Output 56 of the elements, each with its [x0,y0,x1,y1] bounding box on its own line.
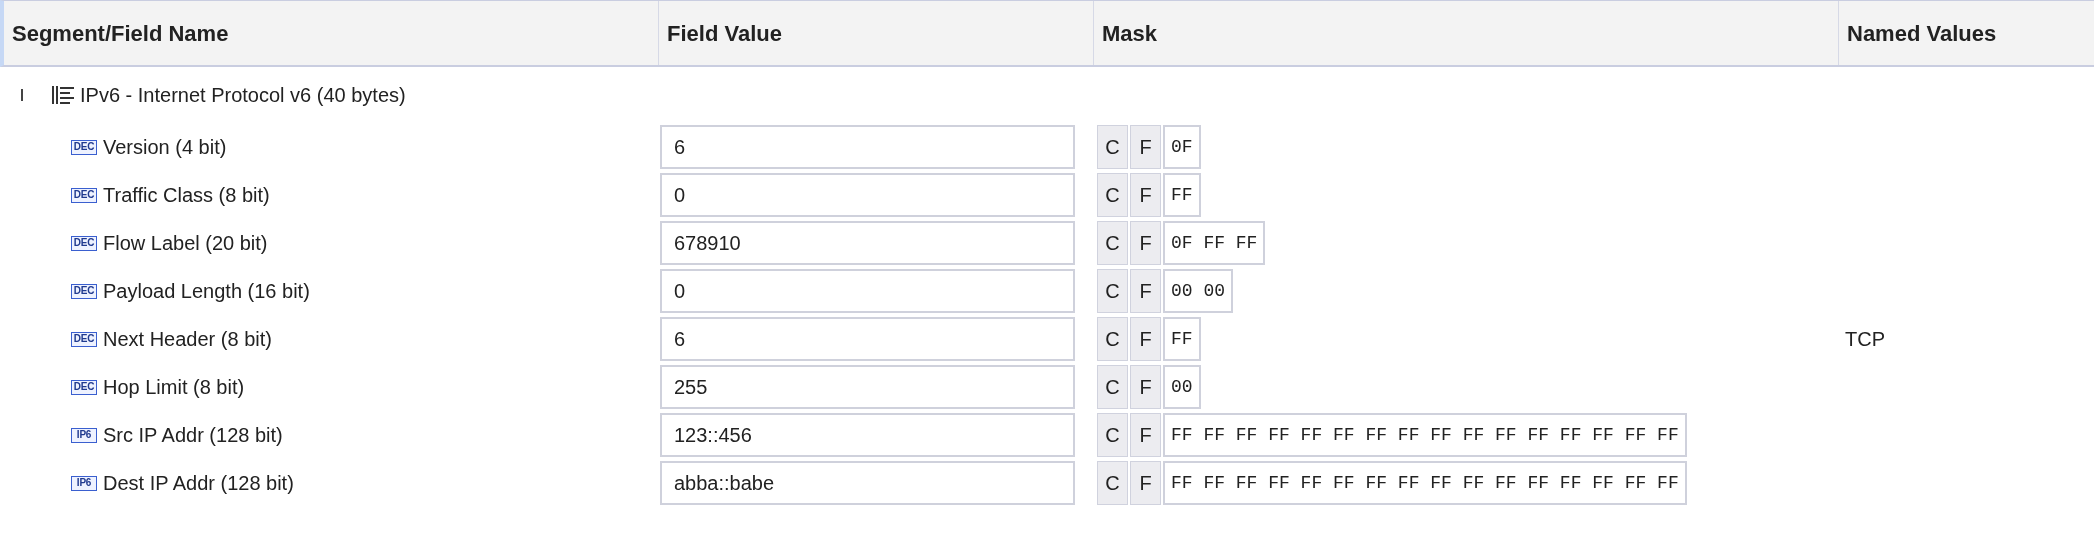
field-value-input[interactable]: abba::babe [660,461,1075,505]
tree-line-icon[interactable] [21,89,23,101]
mask-input[interactable]: 00 00 [1163,269,1233,313]
type-badge-icon: DEC [71,235,97,251]
type-badge-icon: DEC [71,187,97,203]
toggle-button[interactable]: F [1130,269,1161,313]
toggle-button[interactable]: C [1097,269,1128,313]
mask-input[interactable]: FF FF FF FF FF FF FF FF FF FF FF FF FF FF FF FF [1163,413,1687,457]
column-header[interactable]: Mask [1094,1,1839,65]
mask-input[interactable]: 00 [1163,365,1201,409]
type-badge-icon: IP6 [71,475,97,491]
toggle-button[interactable]: F [1130,413,1161,457]
named-value: TCP [1845,328,1885,350]
field-name: Traffic Class (8 bit) [103,183,270,208]
field-value-input[interactable]: 0 [660,269,1075,313]
toggle-button[interactable]: C [1097,125,1128,169]
toggle-button[interactable]: F [1130,365,1161,409]
toggle-button[interactable]: C [1097,413,1128,457]
toggle-button[interactable]: F [1130,317,1161,361]
field-name: Flow Label (20 bit) [103,231,268,256]
type-badge-icon: DEC [71,139,97,155]
mask-input[interactable]: FF [1163,317,1201,361]
field-value-input[interactable]: 678910 [660,221,1075,265]
toggle-button[interactable]: C [1097,221,1128,265]
type-badge-icon: IP6 [71,427,97,443]
mask-input[interactable]: 0F [1163,125,1201,169]
type-badge-icon: DEC [71,283,97,299]
toggle-button[interactable]: C [1097,317,1128,361]
field-name: Dest IP Addr (128 bit) [103,471,294,496]
field-value-input[interactable]: 6 [660,317,1075,361]
toggle-button[interactable]: F [1130,221,1161,265]
type-badge-icon: DEC [71,331,97,347]
column-header[interactable]: Segment/Field Name [4,1,659,65]
field-name: Version (4 bit) [103,135,227,160]
toggle-button[interactable]: F [1130,125,1161,169]
mask-input[interactable]: FF FF FF FF FF FF FF FF FF FF FF FF FF FF FF FF [1163,461,1687,505]
list-icon [52,85,74,105]
field-name: Src IP Addr (128 bit) [103,423,283,448]
field-value-input[interactable]: 123::456 [660,413,1075,457]
column-header[interactable]: Field Value [659,1,1094,65]
column-header[interactable]: Named Values [1839,1,2094,65]
field-value-input[interactable]: 255 [660,365,1075,409]
toggle-button[interactable]: C [1097,173,1128,217]
field-value-input[interactable]: 6 [660,125,1075,169]
mask-input[interactable]: FF [1163,173,1201,217]
field-name: Hop Limit (8 bit) [103,375,245,400]
toggle-button[interactable]: C [1097,461,1128,505]
type-badge-icon: DEC [71,379,97,395]
field-name: Next Header (8 bit) [103,327,272,352]
toggle-button[interactable]: C [1097,365,1128,409]
field-name: Payload Length (16 bit) [103,279,310,304]
mask-input[interactable]: 0F FF FF [1163,221,1266,265]
toggle-button[interactable]: F [1130,461,1161,505]
segment-name[interactable]: IPv6 - Internet Protocol v6 (40 bytes) [80,80,406,110]
field-value-input[interactable]: 0 [660,173,1075,217]
toggle-button[interactable]: F [1130,173,1161,217]
